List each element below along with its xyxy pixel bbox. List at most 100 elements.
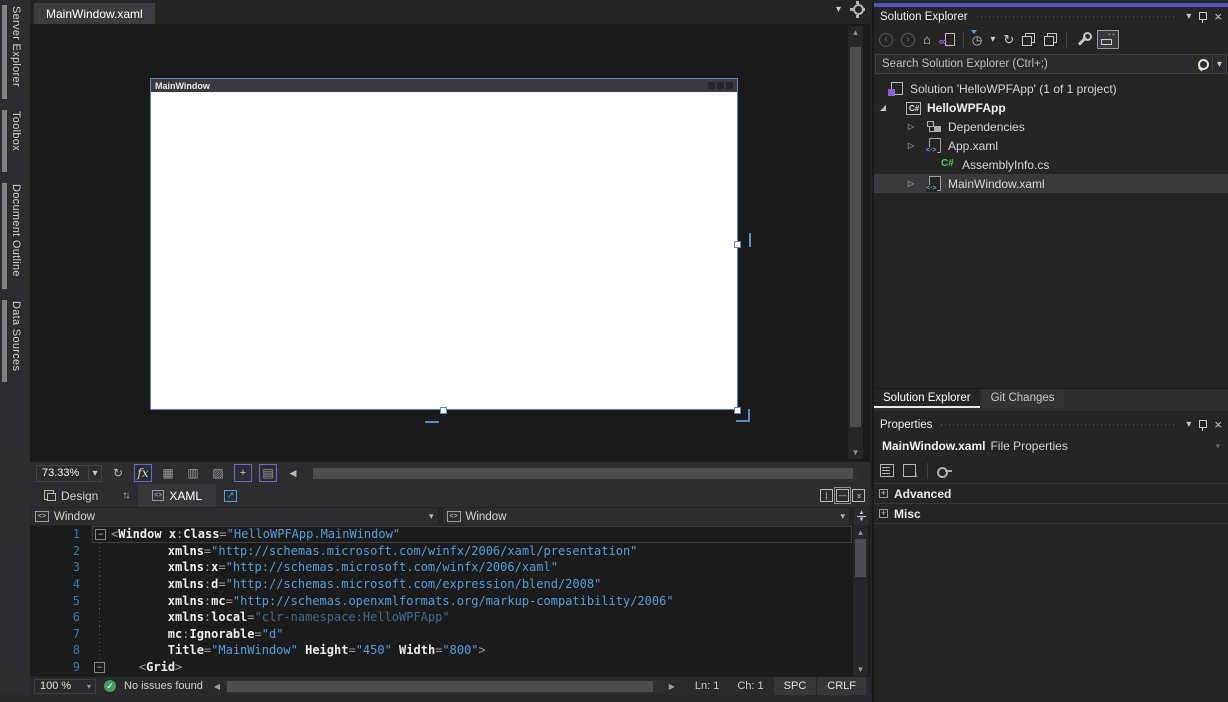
- object-dropdown-icon[interactable]: ▾: [1215, 441, 1220, 452]
- section-misc[interactable]: + Misc: [874, 503, 1228, 523]
- snap-to-snaplines-button[interactable]: +: [234, 464, 252, 482]
- expand-plus-icon[interactable]: +: [879, 489, 888, 498]
- code-text[interactable]: Title="MainWindow" Height="450" Width="8…: [110, 643, 486, 657]
- code-text[interactable]: <Grid>: [110, 660, 182, 674]
- categorized-view-icon[interactable]: [880, 464, 894, 477]
- scroll-down-icon[interactable]: ▼: [857, 663, 865, 676]
- search-icon[interactable]: [1197, 58, 1210, 71]
- window-position-icon[interactable]: ▾: [1186, 420, 1191, 430]
- code-text[interactable]: xmlns:x="http://schemas.microsoft.com/wi…: [110, 560, 558, 574]
- code-line[interactable]: 4 xmlns:d="http://schemas.microsoft.com/…: [30, 576, 870, 593]
- collapse-pane-button[interactable]: «: [852, 489, 865, 502]
- scroll-down-icon[interactable]: ▼: [852, 446, 860, 459]
- code-text[interactable]: xmlns:mc="http://schemas.openxmlformats.…: [110, 594, 674, 608]
- show-grid-icon[interactable]: ▦: [159, 464, 177, 482]
- editor-zoom-combo[interactable]: 100 % ▾: [34, 679, 96, 694]
- forward-icon[interactable]: ›: [901, 33, 915, 47]
- xaml-code-editor[interactable]: 1−<Window x:Class="HelloWPFApp.MainWindo…: [30, 526, 870, 676]
- search-options-icon[interactable]: ▾: [1212, 55, 1226, 73]
- tree-item[interactable]: AssemblyInfo.cs: [874, 155, 1228, 174]
- tree-item[interactable]: Solution 'HelloWPFApp' (1 of 1 project): [874, 79, 1228, 98]
- code-line[interactable]: 1−<Window x:Class="HelloWPFApp.MainWindo…: [30, 526, 870, 543]
- tab-design[interactable]: Design: [30, 484, 112, 507]
- pin-icon[interactable]: [1198, 11, 1207, 23]
- code-line[interactable]: 7 mc:Ignorable="d": [30, 626, 870, 643]
- code-line[interactable]: 8 Title="MainWindow" Height="450" Width=…: [30, 642, 870, 659]
- scrollbar-thumb[interactable]: [855, 539, 866, 577]
- editor-vertical-scrollbar[interactable]: ▲ ▼: [853, 526, 868, 676]
- code-text[interactable]: xmlns:d="http://schemas.microsoft.com/ex…: [110, 577, 601, 591]
- code-text[interactable]: <Window x:Class="HelloWPFApp.MainWindow": [111, 527, 400, 541]
- tab-git-changes[interactable]: Git Changes: [982, 389, 1064, 408]
- breadcrumb-left-window[interactable]: <> Window ▾: [30, 507, 439, 526]
- back-icon[interactable]: ‹: [879, 33, 893, 47]
- sidebar-item-server-explorer[interactable]: Server Explorer: [0, 4, 30, 100]
- chevron-down-icon[interactable]: ▾: [88, 466, 101, 481]
- scroll-up-icon[interactable]: ▲: [857, 526, 865, 539]
- scrollbar-thumb[interactable]: [227, 681, 653, 692]
- collapsed-arrow-icon[interactable]: ▷: [904, 179, 918, 188]
- scroll-right-icon[interactable]: ▶: [666, 682, 678, 691]
- tab-xaml[interactable]: <> XAML: [138, 484, 216, 507]
- swap-panes-button[interactable]: ↑↓: [112, 490, 138, 501]
- show-snaplines-icon[interactable]: ▨: [209, 464, 227, 482]
- scrollbar-thumb[interactable]: [850, 47, 861, 427]
- designer-horizontal-scrollbar[interactable]: [311, 467, 862, 480]
- expanded-arrow-icon[interactable]: ◢: [876, 103, 890, 112]
- chevron-down-icon[interactable]: ▾: [83, 682, 95, 691]
- sidebar-item-document-outline[interactable]: Document Outline: [0, 182, 30, 290]
- horizontal-split-button[interactable]: —: [836, 489, 849, 502]
- preview-selected-items-button[interactable]: [1097, 30, 1119, 49]
- window-position-icon[interactable]: ▾: [1186, 12, 1191, 22]
- code-line[interactable]: 2 xmlns="http://schemas.microsoft.com/wi…: [30, 543, 870, 560]
- collapse-all-icon[interactable]: [1022, 33, 1036, 46]
- filter-dropdown-icon[interactable]: ▾: [990, 35, 995, 45]
- code-line[interactable]: 5 xmlns:mc="http://schemas.openxmlformat…: [30, 592, 870, 609]
- space-mode-toggle[interactable]: SPC: [773, 677, 817, 696]
- breadcrumb-right-window[interactable]: <> Window ▾: [442, 507, 851, 526]
- refresh-icon[interactable]: ↻: [1003, 33, 1014, 46]
- disable-project-code-button[interactable]: ▤: [259, 464, 277, 482]
- resize-handle-bottom[interactable]: [440, 407, 447, 414]
- popout-pane-icon[interactable]: ↗: [224, 490, 237, 502]
- scrollbar-thumb[interactable]: [313, 468, 853, 479]
- line-number[interactable]: 4: [30, 577, 92, 591]
- chevron-down-icon[interactable]: ▾: [840, 511, 845, 522]
- alphabetical-sort-icon[interactable]: [903, 464, 918, 477]
- editor-horizontal-scrollbar[interactable]: ◀ ▶: [211, 680, 678, 693]
- line-number[interactable]: 6: [30, 610, 92, 624]
- line-number[interactable]: 5: [30, 594, 92, 608]
- tree-item[interactable]: ▷MainWindow.xaml: [874, 174, 1228, 193]
- properties-wrench-icon[interactable]: [1075, 33, 1089, 47]
- scroll-left-icon[interactable]: ◀: [211, 682, 223, 691]
- show-all-files-icon[interactable]: [1044, 33, 1058, 46]
- designer-vertical-scrollbar[interactable]: ▲ ▼: [848, 26, 863, 459]
- line-number[interactable]: 7: [30, 627, 92, 641]
- sync-with-active-document-icon[interactable]: [939, 33, 955, 47]
- resize-handle-right[interactable]: [734, 241, 741, 248]
- collapsed-arrow-icon[interactable]: ▷: [904, 122, 918, 131]
- close-icon[interactable]: ×: [1214, 10, 1222, 23]
- tree-item[interactable]: ▷Dependencies: [874, 117, 1228, 136]
- home-icon[interactable]: ⌂: [923, 33, 931, 46]
- snap-to-grid-icon[interactable]: ▥: [184, 464, 202, 482]
- vertical-split-button[interactable]: |: [820, 489, 833, 502]
- code-line[interactable]: 3 xmlns:x="http://schemas.microsoft.com/…: [30, 559, 870, 576]
- search-input[interactable]: [876, 58, 1197, 70]
- expand-plus-icon[interactable]: +: [879, 509, 888, 518]
- code-text[interactable]: mc:Ignorable="d": [110, 627, 283, 641]
- collapsed-arrow-icon[interactable]: ▷: [904, 141, 918, 150]
- gear-icon[interactable]: [853, 4, 864, 15]
- line-number[interactable]: 1: [30, 527, 92, 541]
- xaml-designer-surface[interactable]: MainWindow ▲ ▼: [30, 24, 870, 461]
- sidebar-item-data-sources[interactable]: Data Sources: [0, 299, 30, 383]
- scroll-up-icon[interactable]: ▲: [852, 26, 860, 39]
- pin-icon[interactable]: [1198, 419, 1207, 431]
- line-number[interactable]: 3: [30, 560, 92, 574]
- close-icon[interactable]: ×: [1214, 418, 1222, 431]
- code-line[interactable]: 6 xmlns:local="clr-namespace:HelloWPFApp…: [30, 609, 870, 626]
- section-advanced[interactable]: + Advanced: [874, 483, 1228, 503]
- tab-mainwindow-xaml[interactable]: MainWindow.xaml: [34, 3, 155, 24]
- refresh-designer-icon[interactable]: ↻: [109, 464, 127, 482]
- design-artboard-window[interactable]: MainWindow: [150, 78, 738, 410]
